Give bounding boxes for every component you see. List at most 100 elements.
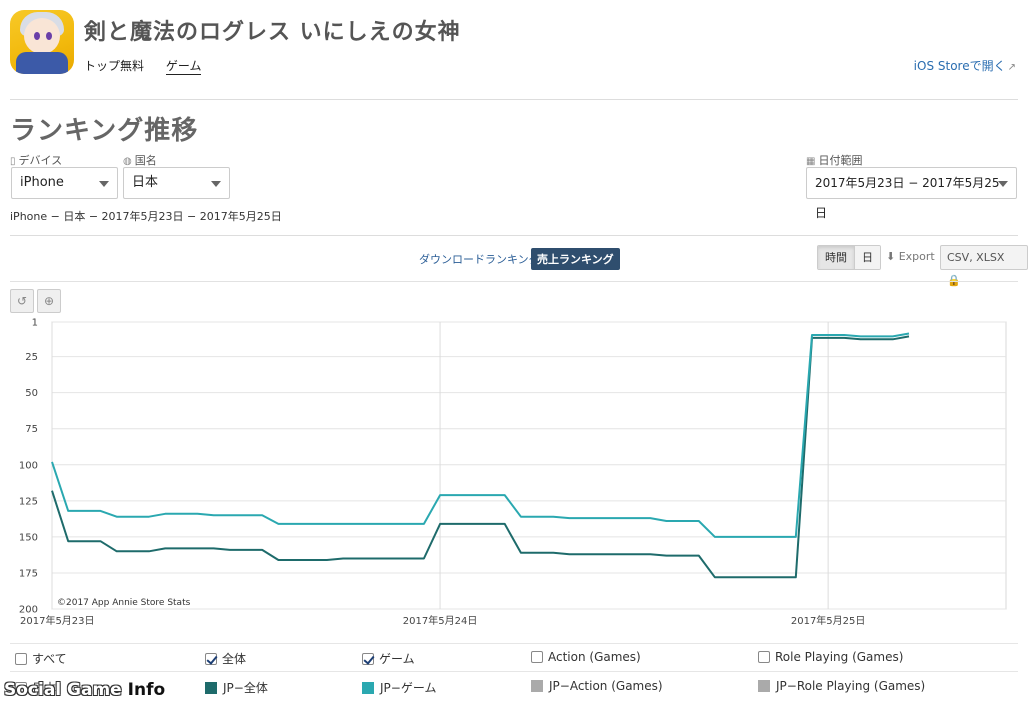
checkbox-total[interactable]	[205, 652, 217, 665]
ranking-chart: 1255075100125150175200 2017年5月23日 2017年5月…	[19, 318, 1007, 627]
checkbox-action[interactable]	[531, 651, 543, 663]
app-icon-eye	[34, 32, 40, 40]
filter-summary: iPhone − 日本 − 2017年5月23日 − 2017年5月25日	[10, 210, 282, 223]
csv-xlsx-button[interactable]: CSV, XLSX 🔒	[940, 245, 1028, 287]
y-tick-label: 100	[19, 460, 38, 471]
divider	[10, 643, 1018, 644]
day-button[interactable]: 日	[855, 246, 880, 269]
legend-all-label: すべて	[32, 652, 67, 666]
legend-total-label: 全体	[222, 652, 247, 666]
ios-store-link[interactable]: iOS Storeで開く ↗	[914, 57, 1016, 74]
x-tick-label: 2017年5月24日	[403, 614, 478, 627]
y-axis-ticks: 1255075100125150175200	[19, 318, 38, 616]
ios-store-link-label: iOS Storeで開く	[913, 59, 1006, 73]
date-range-label-text: 日付範囲	[818, 154, 863, 167]
globe-icon: ◍	[123, 156, 132, 167]
chart-series	[51, 332, 910, 579]
device-icon: ▯	[10, 156, 16, 167]
watermark-text: Social Game	[4, 680, 128, 700]
series-swatch-jp-game	[362, 681, 374, 694]
legend-total[interactable]: 全体	[205, 650, 246, 667]
export-label: ⬇ Export	[886, 250, 935, 263]
country-select-value: 日本	[132, 175, 159, 190]
section-title: ランキング推移	[10, 116, 199, 146]
legend-series-jp-game[interactable]: JP−ゲーム	[362, 679, 436, 696]
date-range-label: ▦ 日付範囲	[806, 152, 862, 168]
country-label-text: 国名	[134, 154, 157, 167]
chevron-down-icon	[211, 181, 221, 187]
divider	[10, 235, 1018, 236]
csv-xlsx-label: CSV, XLSX	[947, 251, 1005, 264]
app-icon-eye	[46, 32, 52, 40]
device-label-text: デバイス	[18, 154, 63, 167]
y-tick-label: 175	[19, 568, 38, 579]
chart-grid	[51, 321, 1007, 610]
watermark-text-info: Info	[127, 680, 166, 700]
chevron-down-icon	[998, 181, 1008, 187]
y-tick-label: 150	[19, 532, 38, 543]
device-select-value: iPhone	[20, 175, 64, 190]
checkbox-all[interactable]	[15, 652, 27, 665]
legend-jp-game-label: JP−ゲーム	[380, 681, 437, 695]
device-select[interactable]: iPhone	[11, 167, 118, 199]
y-tick-label: 1	[32, 318, 38, 329]
x-tick-label: 2017年5月25日	[791, 614, 866, 627]
x-tick-label: 2017年5月23日	[20, 614, 95, 627]
reset-zoom-button[interactable]: ↺	[10, 289, 34, 313]
series-line-jp-total	[51, 335, 910, 579]
external-link-icon: ↗	[1007, 62, 1016, 73]
country-label: ◍ 国名	[123, 152, 157, 168]
y-tick-label: 50	[25, 388, 38, 399]
download-icon: ⬇	[886, 250, 896, 263]
chart-type-label: トップ無料	[84, 59, 145, 73]
checkbox-game[interactable]	[362, 652, 374, 665]
divider	[10, 99, 1018, 100]
checkbox-role-playing[interactable]	[758, 651, 770, 663]
series-swatch-jp-role-playing	[758, 680, 770, 692]
zoom-button[interactable]: ⊕	[37, 289, 61, 313]
app-meta: トップ無料 ゲーム	[84, 57, 219, 75]
legend-all[interactable]: すべて	[15, 650, 67, 667]
y-tick-label: 75	[25, 424, 38, 435]
tab-download-ranking[interactable]: ダウンロードランキング	[419, 251, 540, 267]
chevron-down-icon	[99, 181, 109, 187]
legend-jp-role-playing-label: JP−Role Playing (Games)	[776, 679, 926, 693]
tab-sales-ranking[interactable]: 売上ランキング	[531, 248, 620, 270]
app-icon-face	[24, 18, 60, 54]
legend-action-label: Action (Games)	[548, 650, 641, 664]
series-swatch-jp-action	[531, 680, 543, 692]
legend-jp-action-label: JP−Action (Games)	[549, 679, 663, 693]
legend-game[interactable]: ゲーム	[362, 650, 415, 667]
device-label: ▯ デバイス	[10, 152, 62, 168]
legend-game-label: ゲーム	[379, 652, 415, 666]
series-swatch-jp-total	[205, 681, 217, 694]
date-range-select[interactable]: 2017年5月23日 − 2017年5月25日	[806, 167, 1017, 220]
y-tick-label: 125	[19, 496, 38, 507]
legend-series-jp-action[interactable]: JP−Action (Games)	[531, 679, 663, 693]
zoom-icon: ⊕	[43, 294, 55, 308]
y-tick-label: 25	[25, 352, 38, 363]
plot-frame	[51, 321, 1007, 610]
legend-role-playing[interactable]: Role Playing (Games)	[758, 650, 903, 664]
app-title: 剣と魔法のログレス いにしえの女神	[84, 20, 461, 45]
chart-copyright: ©2017 App Annie Store Stats	[57, 598, 191, 608]
legend-series-jp-role-playing[interactable]: JP−Role Playing (Games)	[758, 679, 925, 693]
watermark-logo: Social Game Info	[4, 680, 165, 700]
undo-icon: ↺	[16, 294, 28, 308]
legend-jp-total-label: JP−全体	[223, 681, 268, 695]
x-axis-ticks: 2017年5月23日 2017年5月24日 2017年5月25日	[20, 614, 865, 627]
app-icon-armor	[16, 52, 68, 74]
genre-link[interactable]: ゲーム	[165, 59, 202, 75]
app-icon	[10, 10, 74, 74]
legend-role-playing-label: Role Playing (Games)	[775, 650, 904, 664]
hour-button[interactable]: 時間	[818, 246, 855, 269]
divider	[10, 281, 1018, 282]
legend-action[interactable]: Action (Games)	[531, 650, 641, 664]
calendar-icon: ▦	[806, 156, 816, 167]
series-line-jp-game	[51, 332, 910, 538]
country-select[interactable]: 日本	[123, 167, 230, 199]
export-label-text: Export	[898, 250, 935, 263]
y-tick-label: 200	[19, 605, 38, 616]
date-range-value: 2017年5月23日 − 2017年5月25日	[815, 176, 1000, 220]
legend-series-jp-total[interactable]: JP−全体	[205, 679, 268, 696]
